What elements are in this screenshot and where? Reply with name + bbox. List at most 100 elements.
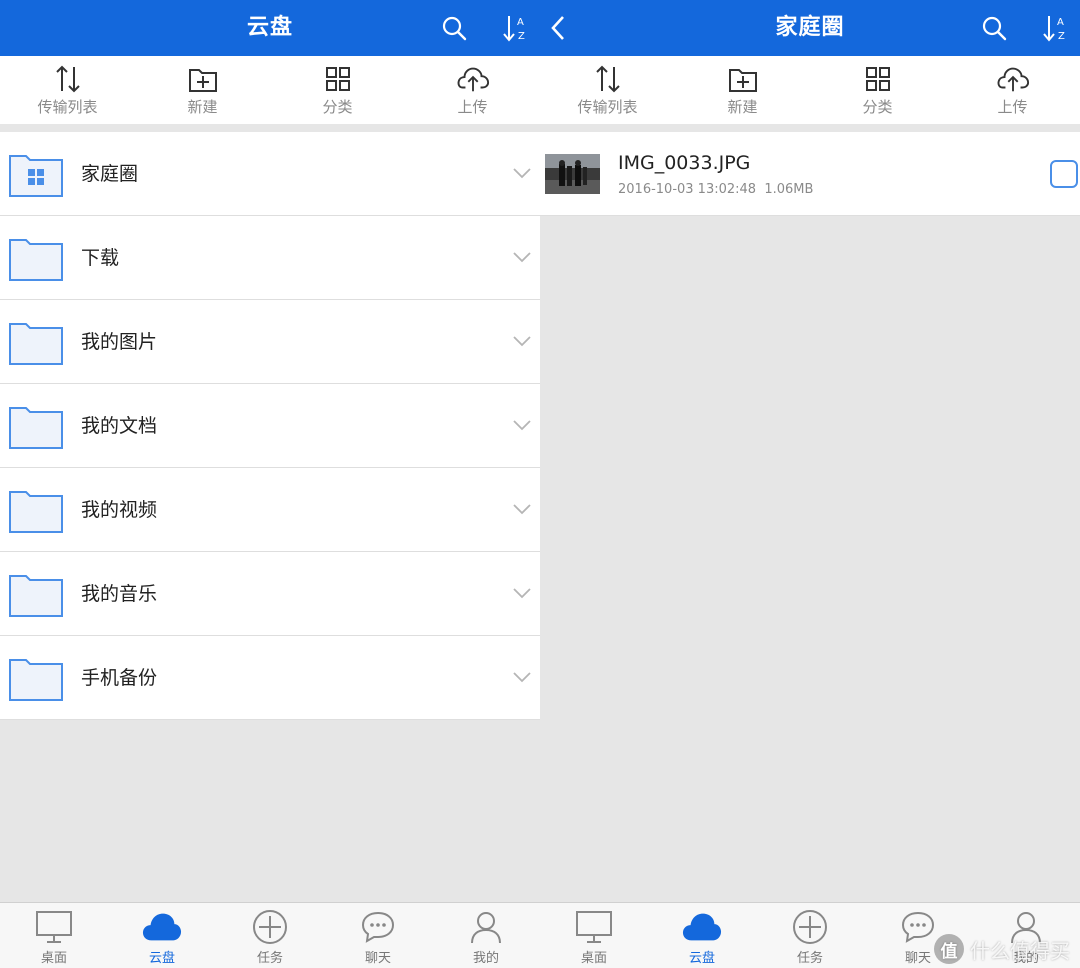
transfer-list-button[interactable]: 传输列表: [540, 56, 675, 124]
cloud-upload-icon: [996, 64, 1030, 94]
toolbar: 传输列表 新建 分类 上传: [540, 56, 1080, 124]
folder-icon: [9, 659, 63, 701]
folder-row[interactable]: 手机备份: [0, 636, 540, 720]
toolbar-label: 新建: [727, 98, 758, 116]
search-icon[interactable]: [438, 12, 470, 44]
tab-tasks[interactable]: 任务: [216, 903, 324, 968]
category-button[interactable]: 分类: [810, 56, 945, 124]
cloud-drive-panel: 云盘 AZ 传输列表 新建 分类 上传 家庭圈 下载 我的图片 我的文档 我的视…: [0, 0, 540, 968]
chevron-down-icon[interactable]: [512, 586, 532, 600]
tab-label: 聊天: [904, 951, 931, 966]
tab-desktop[interactable]: 桌面: [540, 903, 648, 968]
folder-row[interactable]: 我的视频: [0, 468, 540, 552]
user-icon: [466, 909, 506, 945]
new-button[interactable]: 新建: [135, 56, 270, 124]
file-meta: 2016-10-03 13:02:48 1.06MB: [618, 182, 813, 197]
folder-row[interactable]: 我的音乐: [0, 552, 540, 636]
category-grid-icon: [861, 64, 895, 94]
cloud-icon: [682, 909, 722, 945]
tab-label: 任务: [256, 951, 283, 966]
toolbar-label: 传输列表: [577, 98, 638, 116]
file-date: 2016-10-03 13:02:48: [618, 182, 757, 197]
toolbar-label: 上传: [997, 98, 1028, 116]
tab-cloud[interactable]: 云盘: [108, 903, 216, 968]
toolbar-label: 传输列表: [37, 98, 98, 116]
folder-list: 家庭圈 下载 我的图片 我的文档 我的视频 我的音乐 手机备份: [0, 132, 540, 720]
new-folder-icon: [726, 64, 760, 94]
category-button[interactable]: 分类: [270, 56, 405, 124]
toolbar-label: 新建: [187, 98, 218, 116]
svg-text:A: A: [1057, 17, 1064, 28]
file-row[interactable]: IMG_0033.JPG 2016-10-03 13:02:48 1.06MB: [540, 132, 1080, 216]
sort-az-icon[interactable]: AZ: [1040, 12, 1072, 44]
watermark-text: 什么值得买: [970, 938, 1070, 963]
tab-label: 桌面: [40, 951, 67, 966]
folder-name: 手机备份: [81, 667, 158, 689]
folder-icon: [9, 407, 63, 449]
chevron-down-icon[interactable]: [512, 334, 532, 348]
folder-row-family[interactable]: 家庭圈: [0, 132, 540, 216]
folder-icon: [9, 491, 63, 533]
monitor-icon: [574, 909, 614, 945]
new-button[interactable]: 新建: [675, 56, 810, 124]
folder-icon: [9, 575, 63, 617]
tab-cloud[interactable]: 云盘: [648, 903, 756, 968]
category-grid-icon: [321, 64, 355, 94]
tab-label: 我的: [472, 951, 499, 966]
photo-thumbnail: [545, 154, 600, 194]
tab-chat[interactable]: 聊天: [324, 903, 432, 968]
svg-text:Z: Z: [518, 31, 525, 42]
file-name: IMG_0033.JPG: [618, 152, 751, 174]
upload-button[interactable]: 上传: [405, 56, 540, 124]
tab-desktop[interactable]: 桌面: [0, 903, 108, 968]
folder-name: 下载: [81, 247, 120, 269]
new-folder-icon: [186, 64, 220, 94]
folder-name: 我的视频: [81, 499, 158, 521]
family-circle-panel: 家庭圈 AZ 传输列表 新建 分类 上传 IMG_0033.JPG 2016-1…: [540, 0, 1080, 968]
chevron-down-icon[interactable]: [512, 670, 532, 684]
folder-row[interactable]: 我的文档: [0, 384, 540, 468]
folder-name: 我的图片: [81, 331, 158, 353]
svg-text:A: A: [517, 17, 524, 28]
plus-circle-icon: [790, 909, 830, 945]
folder-name: 我的音乐: [81, 583, 158, 605]
transfer-icon: [51, 64, 85, 94]
toolbar-label: 上传: [457, 98, 488, 116]
chat-bubble-icon: [898, 909, 938, 945]
chevron-down-icon[interactable]: [512, 418, 532, 432]
chat-bubble-icon: [358, 909, 398, 945]
sort-az-icon[interactable]: AZ: [500, 12, 532, 44]
file-size: 1.06MB: [764, 182, 814, 197]
file-list: IMG_0033.JPG 2016-10-03 13:02:48 1.06MB: [540, 132, 1080, 216]
folder-icon: [9, 239, 63, 281]
tab-me[interactable]: 我的: [432, 903, 540, 968]
tab-tasks[interactable]: 任务: [756, 903, 864, 968]
transfer-list-button[interactable]: 传输列表: [0, 56, 135, 124]
chevron-down-icon[interactable]: [512, 502, 532, 516]
tab-label: 任务: [796, 951, 823, 966]
watermark-logo-icon: 值: [934, 934, 964, 964]
nav-bar: 家庭圈 AZ: [540, 0, 1080, 56]
toolbar: 传输列表 新建 分类 上传: [0, 56, 540, 124]
chevron-down-icon[interactable]: [512, 166, 532, 180]
folder-row[interactable]: 我的图片: [0, 300, 540, 384]
tab-label: 桌面: [580, 951, 607, 966]
folder-icon: [9, 323, 63, 365]
family-folder-icon: [9, 155, 63, 197]
upload-button[interactable]: 上传: [945, 56, 1080, 124]
cloud-upload-icon: [456, 64, 490, 94]
transfer-icon: [591, 64, 625, 94]
cloud-icon: [142, 909, 182, 945]
tab-label: 云盘: [148, 951, 175, 966]
select-checkbox[interactable]: [1050, 160, 1078, 188]
watermark: 值 什么值得买: [934, 934, 1070, 964]
folder-row[interactable]: 下载: [0, 216, 540, 300]
plus-circle-icon: [250, 909, 290, 945]
search-icon[interactable]: [978, 12, 1010, 44]
monitor-icon: [34, 909, 74, 945]
folder-name: 家庭圈: [81, 163, 139, 185]
chevron-down-icon[interactable]: [512, 250, 532, 264]
back-chevron-icon[interactable]: [542, 12, 574, 44]
nav-bar: 云盘 AZ: [0, 0, 540, 56]
tab-bar: 桌面 云盘 任务 聊天 我的: [0, 902, 540, 968]
